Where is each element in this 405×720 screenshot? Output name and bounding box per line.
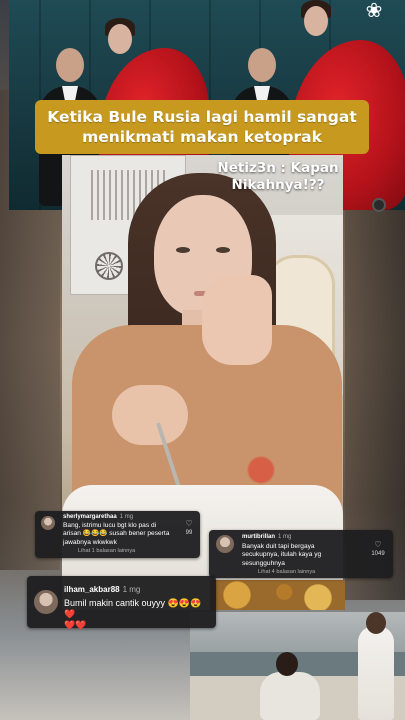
kneeling-groom-figure xyxy=(260,672,320,720)
overlay-line-1: Netiz3n : Kapan xyxy=(217,160,339,176)
fan-icon xyxy=(95,252,123,280)
proposal-photo xyxy=(190,612,405,720)
heart-icon[interactable]: ♡ xyxy=(371,541,385,549)
comment-time: 1 mg xyxy=(278,534,292,540)
flower-icon: ❀ xyxy=(365,0,383,22)
badge-icon xyxy=(372,198,386,212)
avatar[interactable] xyxy=(34,590,58,614)
heart-icon[interactable]: ♡ xyxy=(183,520,195,528)
headline-line-1: Ketika Bule Rusia lagi hamil sangat xyxy=(47,108,357,126)
comment-text: Bang, istrimu lucu bgt klo pas di arisan… xyxy=(63,522,170,546)
comment-text: Banyak duit tapi bergaya secukupnya, itu… xyxy=(242,543,322,567)
comment-card[interactable]: ilham_akbar88 1 mg Bumil makin cantik ouy… xyxy=(27,576,216,630)
comment-time: 1 mg xyxy=(122,585,141,594)
headline-line-2: menikmati makan ketoprak xyxy=(82,128,322,146)
like-count: 1049 xyxy=(371,551,385,557)
avatar[interactable] xyxy=(41,516,55,530)
view-replies-link[interactable]: Lihat 1 balasan lainnya xyxy=(78,548,135,554)
bride-figure xyxy=(358,626,394,720)
like-count: 99 xyxy=(185,530,193,536)
avatar[interactable] xyxy=(216,535,234,553)
comment-card[interactable]: murtibrillan 1 mg Banyak duit tapi bergay… xyxy=(209,530,393,578)
comment-username[interactable]: murtibrillan xyxy=(242,534,275,540)
comment-time: 1 mg xyxy=(119,514,134,520)
headline-banner: Ketika Bule Rusia lagi hamil sangat meni… xyxy=(35,100,369,154)
food-strip xyxy=(210,580,345,610)
overlay-line-2: Nikahnya!?? xyxy=(231,177,325,193)
comment-username[interactable]: ilham_akbar88 xyxy=(64,585,120,594)
overlay-caption: Netiz3n : Kapan Nikahnya!?? xyxy=(213,160,343,194)
comment-username[interactable]: sherlymargarethaa xyxy=(63,514,117,520)
view-replies-link[interactable]: Lihat 4 balasan lainnya xyxy=(258,569,315,575)
comment-text: Bumil makin cantik ouyyy 😍😍😍❤️ ❤️❤️ xyxy=(64,598,202,630)
comment-card[interactable]: sherlymargarethaa 1 mg Bang, istrimu lucu… xyxy=(35,511,200,558)
